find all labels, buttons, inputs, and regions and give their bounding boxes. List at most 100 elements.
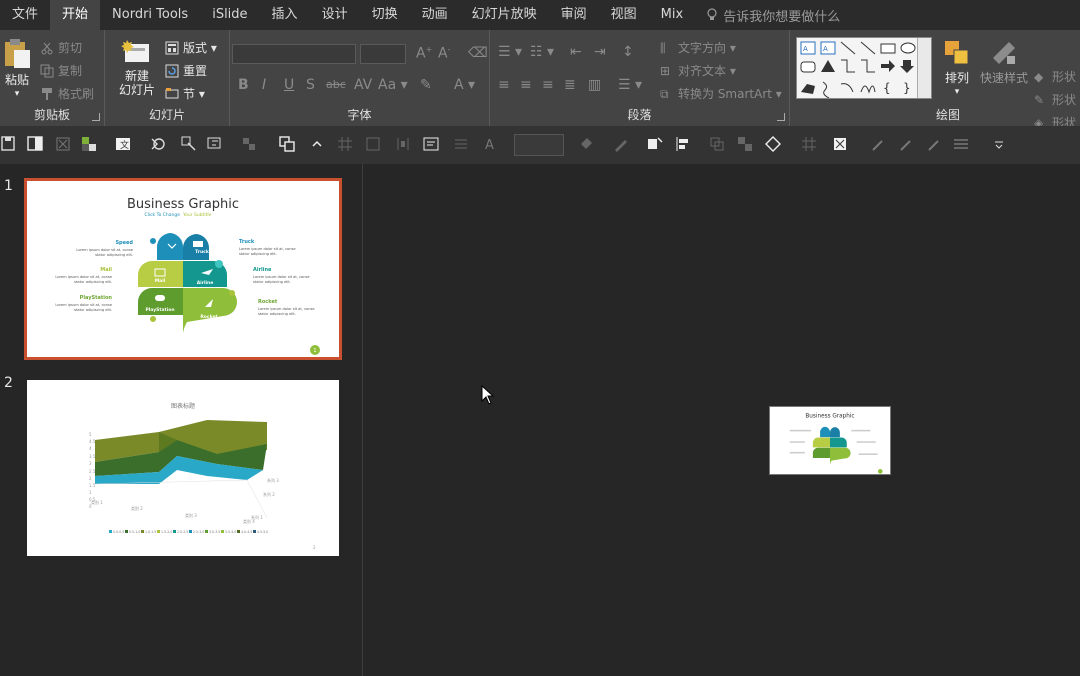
eyedropper-2-icon[interactable] [898, 135, 916, 153]
tab-slideshow[interactable]: 幻灯片放映 [460, 0, 549, 30]
text-direction-button[interactable]: ⫼ 文字方向 ▾ [660, 39, 736, 56]
clear-format-icon[interactable]: ⌫ [468, 45, 488, 61]
shape-icon[interactable] [646, 135, 664, 153]
lasso-icon[interactable] [764, 135, 782, 153]
quick-styles-button[interactable]: 快速样式 [978, 38, 1030, 85]
lines-icon[interactable] [452, 135, 470, 153]
line-spacing-icon[interactable]: ↕ [622, 44, 634, 60]
tab-design[interactable]: 设计 [310, 0, 360, 30]
tab-transitions[interactable]: 切换 [360, 0, 410, 30]
panel-icon[interactable] [26, 135, 44, 153]
stack-icon[interactable] [708, 135, 726, 153]
font-name-combo[interactable] [232, 44, 356, 64]
char-spacing-icon[interactable]: AV [354, 77, 372, 93]
decrease-indent-icon[interactable]: ⇤ [570, 44, 582, 60]
tab-home[interactable]: 开始 [50, 0, 101, 30]
layout-button[interactable]: 版式 ▾ [165, 39, 217, 56]
paragraph-launcher[interactable] [777, 113, 785, 121]
resize-icon[interactable] [364, 135, 382, 153]
legend-4: 2.0-2.5 [177, 530, 188, 534]
font-a-icon[interactable]: A [482, 135, 500, 153]
group-icon[interactable] [240, 135, 258, 153]
collapse-icon[interactable] [308, 135, 326, 153]
italic-icon[interactable]: I [262, 77, 266, 93]
align-left-icon[interactable]: ≡ [498, 77, 510, 93]
underline-icon[interactable]: U [284, 77, 294, 93]
eyedropper-icon[interactable] [870, 135, 888, 153]
clipboard-launcher[interactable] [92, 113, 100, 121]
align-right-icon[interactable]: ≡ [542, 77, 554, 93]
text-clear-icon[interactable] [832, 135, 850, 153]
new-slide-label-2: 幻灯片 [118, 83, 155, 97]
columns-menu-icon[interactable]: ☰ ▾ [618, 77, 642, 93]
color-icon[interactable] [80, 135, 98, 153]
slide-editor[interactable]: Business Graphic [364, 164, 1080, 676]
bring-forward-icon[interactable] [278, 135, 296, 153]
highlight-icon[interactable]: ✎ [420, 77, 432, 93]
zoomed-slide-preview[interactable]: Business Graphic [769, 406, 891, 475]
textframe-icon[interactable] [422, 135, 440, 153]
layers-icon[interactable] [736, 135, 754, 153]
qat-combo[interactable] [514, 134, 564, 156]
format-painter-button[interactable]: 格式刷 [40, 85, 94, 102]
columns-icon[interactable]: ▥ [588, 77, 601, 93]
strikethrough-icon[interactable]: abc [326, 78, 346, 91]
gallery-scroll[interactable] [917, 38, 931, 98]
tab-insert[interactable]: 插入 [260, 0, 310, 30]
align-left-shape-icon[interactable] [674, 135, 692, 153]
fill-icon[interactable] [578, 135, 596, 153]
increase-font-icon[interactable]: A+ [416, 45, 432, 62]
shape-outline-button[interactable]: ✎ 形状 [1034, 91, 1076, 108]
new-slide-button[interactable]: 新建 幻灯片 [109, 38, 165, 97]
tab-view[interactable]: 视图 [599, 0, 649, 30]
paste-button[interactable]: 粘贴 ▾ [0, 38, 34, 101]
group-clipboard: 粘贴 ▾ 剪切 复制 格式刷 剪贴板 [0, 30, 105, 126]
numbering-icon[interactable]: ☷ ▾ [530, 44, 554, 60]
category-1: 类别 1 [91, 499, 103, 505]
line-weight-icon[interactable] [952, 135, 970, 153]
animation-icon[interactable] [150, 135, 168, 153]
save-icon[interactable] [0, 135, 18, 153]
cut-button[interactable]: 剪切 [40, 39, 82, 56]
align-icon[interactable] [206, 135, 224, 153]
customize-qat-icon[interactable] [990, 135, 1008, 153]
tell-me-box[interactable]: 告诉我你想要做什么 [695, 6, 840, 25]
shape-fill-button[interactable]: ◆ 形状 [1034, 68, 1076, 85]
change-case-icon[interactable]: Aa ▾ [378, 77, 408, 93]
slide-thumbnail-1[interactable]: Business Graphic Click To Change Your Su… [24, 178, 342, 360]
textbox-icon[interactable]: 文 [114, 135, 132, 153]
align-center-icon[interactable]: ≡ [520, 77, 532, 93]
shapes-gallery[interactable]: A A { } [796, 37, 932, 99]
eyedropper-3-icon[interactable] [926, 135, 944, 153]
increase-indent-icon[interactable]: ⇥ [594, 44, 606, 60]
arrange-button[interactable]: 排列 ▾ [938, 38, 976, 99]
reset-button[interactable]: 重置 [165, 62, 207, 79]
align-text-button[interactable]: ⊞ 对齐文本 ▾ [660, 62, 736, 79]
tab-islide[interactable]: iSlide [200, 0, 259, 30]
tab-review[interactable]: 审阅 [549, 0, 599, 30]
smartart-button[interactable]: ⧉ 转换为 SmartArt ▾ [660, 85, 782, 102]
mini-slide-graphic: Business Graphic [789, 413, 883, 474]
section-button[interactable]: 节 ▾ [165, 85, 205, 102]
grid-icon[interactable] [800, 135, 818, 153]
copy-button[interactable]: 复制 [40, 62, 82, 79]
petal-label-mail: Mail [155, 278, 166, 284]
tab-animations[interactable]: 动画 [410, 0, 460, 30]
tab-file[interactable]: 文件 [0, 0, 50, 30]
tab-nordri-tools[interactable]: Nordri Tools [100, 0, 200, 30]
decrease-font-icon[interactable]: A- [438, 45, 450, 62]
tab-mix[interactable]: Mix [649, 0, 696, 30]
pen-outline-icon[interactable] [612, 135, 630, 153]
slide-thumbnail-2[interactable]: 图表标题 5 4.5 4 3.5 3 2.5 2 1.5 1 0.5 0 类别 … [27, 380, 339, 556]
bullets-icon[interactable]: ☰ ▾ [498, 44, 522, 60]
select-icon[interactable] [180, 135, 198, 153]
svg-text:A: A [803, 45, 808, 53]
crop-icon[interactable] [54, 135, 72, 153]
distribute-icon[interactable] [394, 135, 412, 153]
shadow-icon[interactable]: S [306, 77, 315, 93]
font-color-icon[interactable]: A ▾ [454, 77, 475, 93]
hash-icon[interactable] [336, 135, 354, 153]
bold-icon[interactable]: B [238, 77, 249, 93]
justify-icon[interactable]: ≣ [564, 77, 576, 93]
font-size-combo[interactable] [360, 44, 406, 64]
